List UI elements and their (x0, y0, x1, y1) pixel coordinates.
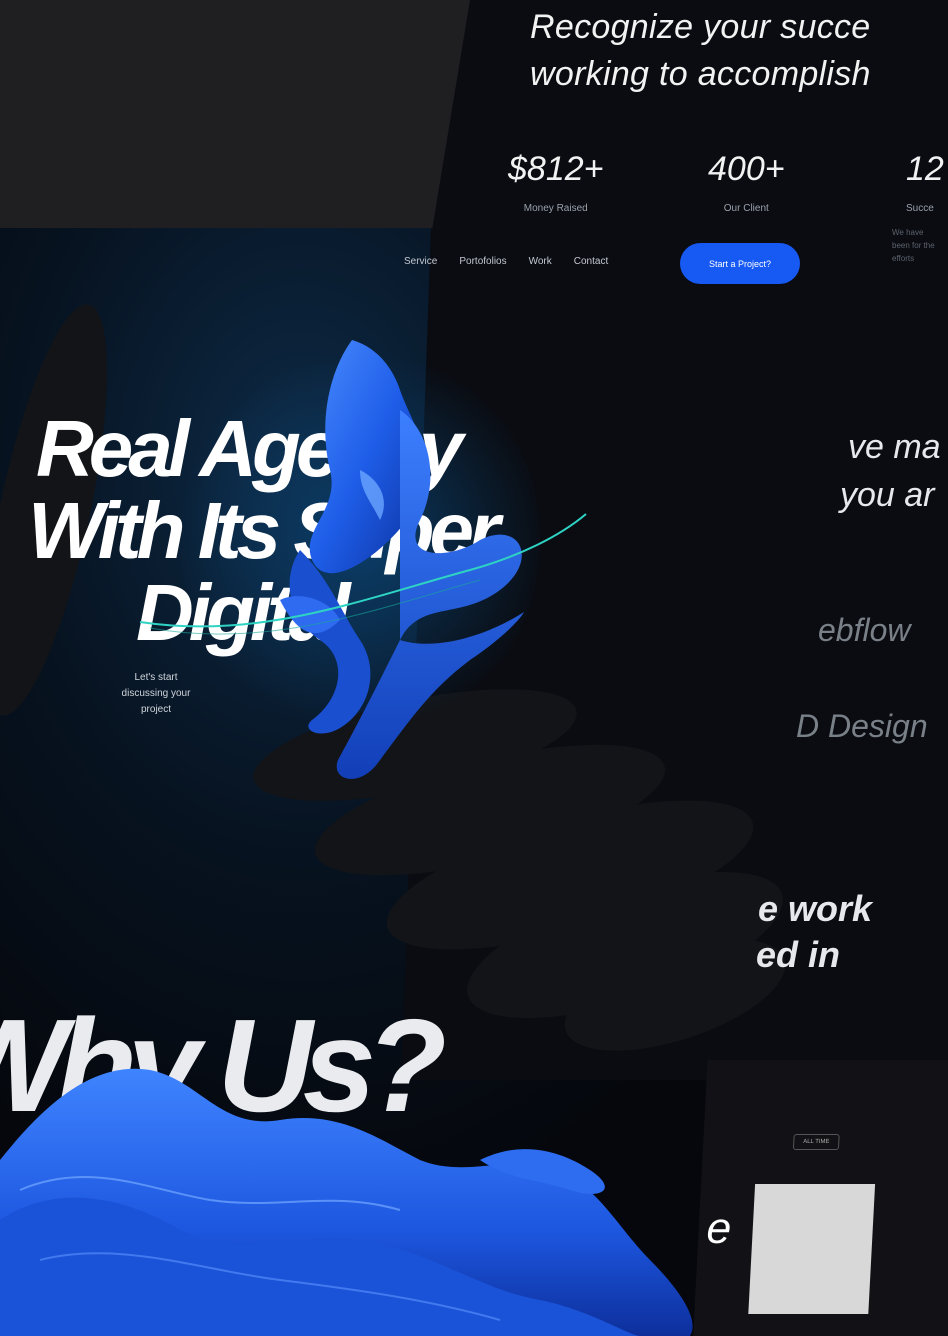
recognize-line-2: working to accomplish (530, 55, 871, 93)
work-heading-line-1: e work (758, 888, 873, 929)
portfolio-thumbnail[interactable]: ALL TIME e (692, 1060, 948, 1336)
start-project-button[interactable]: Start a Project? (680, 243, 800, 284)
stat-label: Money Raised (523, 203, 588, 214)
hero-heading: Real Agency With Its Super Digital (28, 404, 500, 657)
stat-money: $812+ Money Raised (508, 150, 604, 214)
service-item-design: D Design (796, 708, 928, 744)
hero-subtext: Let's start discussing your project (121, 672, 191, 715)
stat-clients: 400+ Our Client (708, 150, 785, 214)
grey-panel (0, 0, 470, 228)
main-nav: Service Portofolios Work Contact (404, 256, 608, 267)
right-heading-line-1: ve ma (848, 428, 941, 466)
stat-label: Succe (906, 203, 934, 214)
stat-success: 12 Succe (906, 150, 944, 214)
thumbnail-tag: ALL TIME (792, 1134, 840, 1150)
stat-label: Our Client (723, 203, 769, 214)
nav-link-contact[interactable]: Contact (574, 256, 608, 267)
hero-line-1: Real Agency (36, 404, 463, 493)
thumbnail-letter: e (705, 1204, 733, 1253)
recognize-line-1: Recognize your succe (530, 8, 871, 46)
work-heading-line-2: ed in (756, 934, 841, 975)
nav-link-portfolios[interactable]: Portofolios (459, 256, 506, 267)
hero-line-2: With Its Super (28, 486, 500, 575)
statue-photo (748, 1184, 876, 1314)
recognize-heading: Recognize your succe working to accompli… (530, 4, 871, 98)
stat-value: 12 (906, 150, 944, 188)
service-item-webflow: ebflow (818, 612, 911, 648)
hero-line-3: Digital (136, 568, 350, 657)
page-canvas: Recognize your succe working to accompli… (0, 0, 948, 1336)
stat-note: We have been for the efforts (892, 228, 935, 263)
right-heading-line-2: you ar (840, 476, 935, 514)
stat-value: 400+ (708, 150, 785, 188)
stat-value: $812+ (508, 150, 604, 188)
nav-link-work[interactable]: Work (529, 256, 552, 267)
why-us-heading: Why Us? (0, 992, 447, 1139)
nav-link-service[interactable]: Service (404, 256, 437, 267)
